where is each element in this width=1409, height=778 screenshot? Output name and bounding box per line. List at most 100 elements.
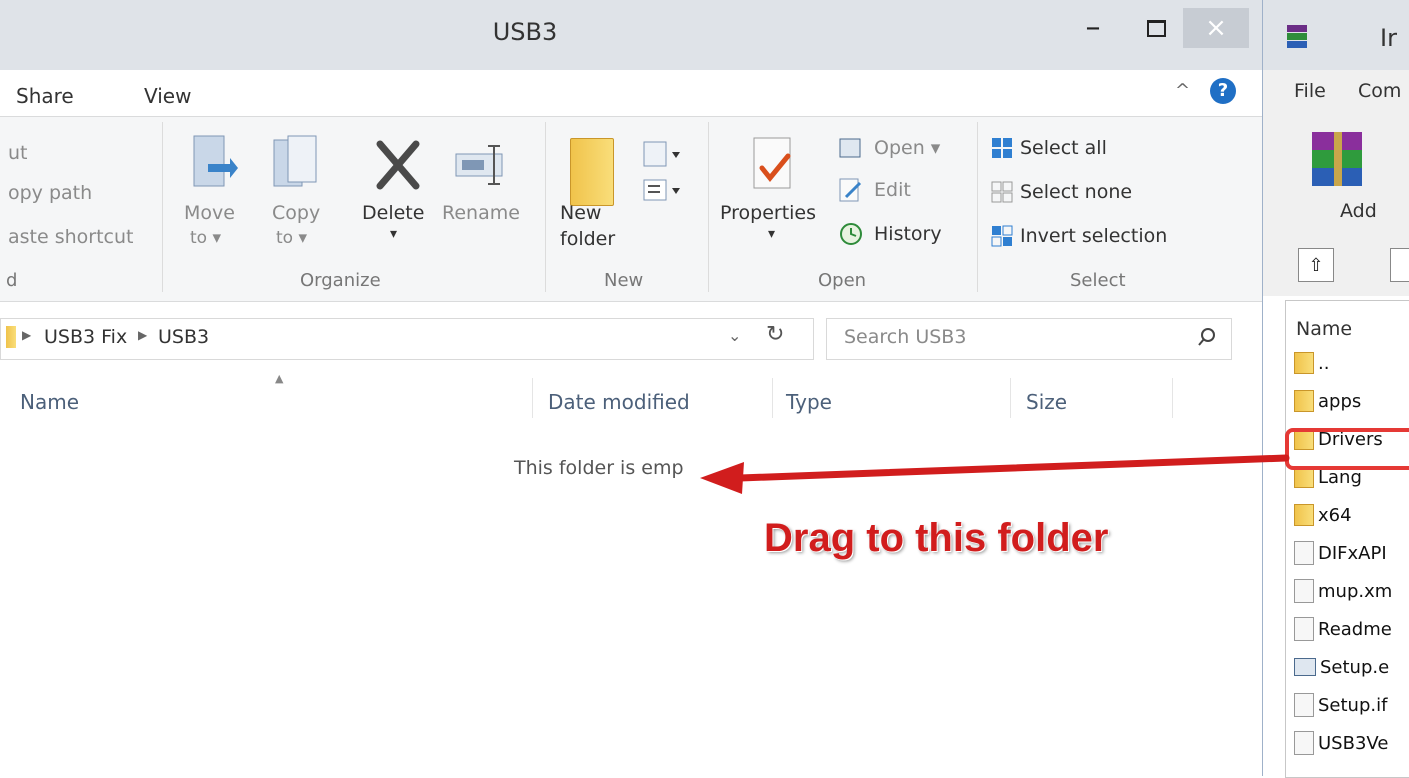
winrar-item-label: Setup.e: [1320, 656, 1390, 678]
minimize-button[interactable]: –: [1070, 8, 1116, 48]
delete-icon: [376, 140, 420, 190]
rename-button[interactable]: Rename: [442, 134, 530, 264]
sort-ascending-icon: ▲: [275, 372, 284, 385]
edit-icon: [839, 178, 862, 202]
select-none-icon: [991, 181, 1013, 203]
select-all-icon: [992, 138, 1012, 158]
file-icon: [1294, 731, 1314, 755]
open-button[interactable]: Open ▾: [838, 134, 978, 162]
column-name[interactable]: Name: [20, 390, 79, 414]
invert-selection-icon: [991, 225, 1013, 247]
column-separator[interactable]: [532, 378, 533, 418]
winrar-item-label: mup.xm: [1318, 580, 1393, 602]
chevron-right-icon: ▶: [138, 328, 148, 342]
executable-icon: [1294, 658, 1316, 676]
history-icon: [840, 223, 862, 245]
winrar-column-name[interactable]: Name: [1296, 318, 1352, 340]
column-date-modified[interactable]: Date modified: [548, 390, 690, 414]
rename-icon: [455, 145, 503, 185]
history-dropdown-icon[interactable]: ⌄: [728, 326, 741, 345]
open-icon: [839, 138, 861, 158]
drivers-highlight-box: [1285, 428, 1409, 470]
column-size[interactable]: Size: [1026, 390, 1067, 414]
tab-view[interactable]: View: [144, 84, 191, 108]
winrar-app-icon: [1287, 25, 1307, 48]
select-all-button[interactable]: Select all: [990, 134, 1200, 162]
search-icon[interactable]: [1196, 326, 1218, 348]
column-separator[interactable]: [1172, 378, 1173, 418]
winrar-item-label: Setup.if: [1318, 694, 1388, 716]
column-separator[interactable]: [1010, 378, 1011, 418]
help-icon[interactable]: ?: [1210, 78, 1236, 104]
maximize-button[interactable]: [1133, 8, 1179, 48]
easy-access-button[interactable]: [640, 176, 690, 206]
ribbon-separator: [545, 122, 546, 292]
open-group-label: Open: [818, 270, 867, 291]
search-placeholder: Search USB3: [844, 326, 967, 348]
tab-share[interactable]: Share: [16, 84, 74, 108]
winrar-list-item[interactable]: USB3Ve: [1294, 726, 1388, 760]
new-item-icon: [643, 141, 680, 167]
breadcrumb-usb3-fix[interactable]: USB3 Fix: [44, 326, 127, 348]
move-to-icon: [193, 135, 238, 187]
maximize-icon: [1146, 19, 1166, 37]
up-folder-icon[interactable]: ⇧: [1298, 248, 1334, 282]
ribbon-separator: [977, 122, 978, 292]
window-title: USB3: [492, 18, 558, 46]
organize-group-label: Organize: [300, 270, 381, 291]
copy-to-icon: [273, 135, 317, 187]
column-separator[interactable]: [772, 378, 773, 418]
menu-file[interactable]: File: [1294, 80, 1326, 102]
folder-icon: [1294, 352, 1314, 374]
refresh-icon[interactable]: ↻: [766, 322, 784, 347]
copy-to-button[interactable]: Copy to ▾: [268, 134, 328, 264]
ribbon-separator: [162, 122, 163, 292]
winrar-item-label: Readme: [1318, 618, 1392, 640]
close-button[interactable]: ×: [1183, 8, 1249, 48]
file-icon: [1294, 579, 1314, 603]
winrar-list-item[interactable]: x64: [1294, 498, 1352, 532]
easy-access-icon: [643, 179, 680, 201]
winrar-list-item[interactable]: ..: [1294, 346, 1329, 380]
file-icon: [1294, 617, 1314, 641]
new-folder-icon: [570, 138, 614, 206]
paste-shortcut-button[interactable]: aste shortcut: [8, 226, 134, 248]
ribbon-separator: [708, 122, 709, 292]
folder-icon: [6, 326, 16, 348]
edit-button[interactable]: Edit: [838, 176, 978, 204]
copy-path-button[interactable]: opy path: [8, 182, 92, 204]
winrar-list-item[interactable]: DIFxAPI: [1294, 536, 1387, 570]
move-to-button[interactable]: Move to ▾: [184, 134, 244, 264]
breadcrumb-usb3[interactable]: USB3: [158, 326, 209, 348]
winrar-item-label: DIFxAPI: [1318, 542, 1387, 564]
select-none-button[interactable]: Select none: [990, 178, 1200, 206]
new-folder-button[interactable]: New folder: [560, 134, 626, 264]
drag-instruction: Drag to this folder: [764, 516, 1109, 560]
folder-icon: [1294, 390, 1314, 412]
winrar-list-item[interactable]: Setup.e: [1294, 650, 1389, 684]
history-button[interactable]: History: [838, 220, 978, 248]
column-type[interactable]: Type: [786, 390, 832, 414]
folder-icon: [1294, 504, 1314, 526]
menu-commands[interactable]: Com: [1358, 80, 1401, 102]
invert-selection-button[interactable]: Invert selection: [990, 222, 1210, 250]
chevron-right-icon: ▶: [22, 328, 32, 342]
new-group-label: New: [604, 270, 644, 291]
winrar-add-icon: [1312, 132, 1362, 186]
properties-button[interactable]: Properties ▾: [720, 134, 832, 264]
new-item-button[interactable]: [640, 140, 690, 170]
winrar-item-label: USB3Ve: [1318, 732, 1389, 754]
add-button[interactable]: Add: [1300, 126, 1390, 236]
select-group-label: Select: [1070, 270, 1126, 291]
clipboard-group-label: d: [6, 270, 18, 291]
winrar-list-item[interactable]: Setup.if: [1294, 688, 1387, 722]
winrar-list-item[interactable]: mup.xm: [1294, 574, 1392, 608]
cut-button[interactable]: ut: [8, 142, 28, 164]
delete-button[interactable]: Delete ▾: [362, 134, 434, 264]
winrar-item-label: apps: [1318, 390, 1362, 412]
winrar-list-item[interactable]: Readme: [1294, 612, 1392, 646]
collapse-ribbon-icon[interactable]: ^: [1175, 80, 1190, 101]
archive-path-icon[interactable]: [1390, 248, 1409, 282]
winrar-item-label: ..: [1318, 352, 1330, 374]
winrar-list-item[interactable]: apps: [1294, 384, 1361, 418]
